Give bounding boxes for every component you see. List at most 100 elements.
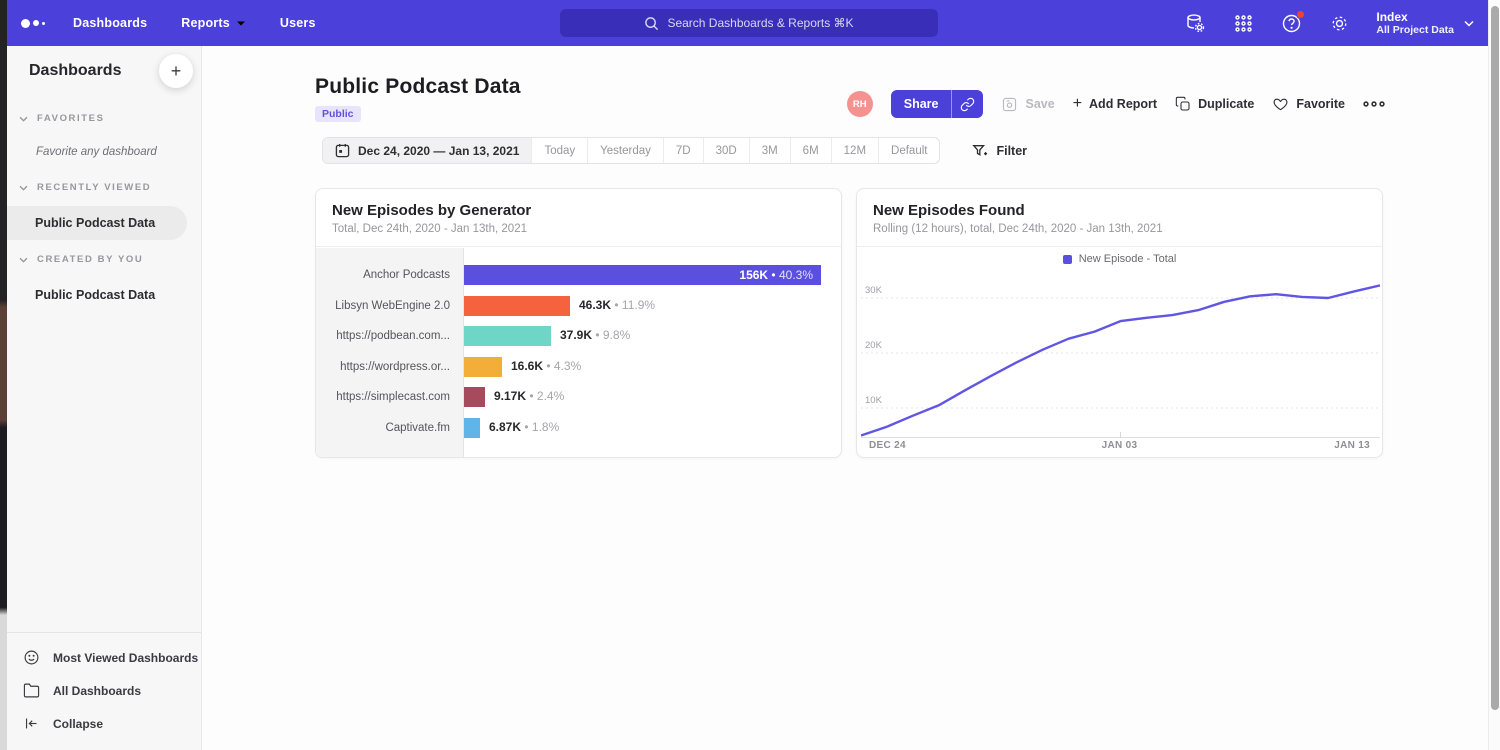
date-preset-7d[interactable]: 7D xyxy=(664,138,704,163)
search-icon xyxy=(644,16,659,31)
x-axis-labels: DEC 24 JAN 03 JAN 13 xyxy=(861,440,1378,454)
chart-title: New Episodes Found xyxy=(873,202,1366,219)
ellipsis-icon xyxy=(1363,100,1385,108)
data-sources-icon[interactable] xyxy=(1184,12,1206,34)
line-series-new-episode-total[interactable] xyxy=(861,285,1380,435)
bar-category-label: https://podbean.com... xyxy=(316,330,463,342)
date-preset-default[interactable]: Default xyxy=(879,138,939,163)
project-scope: All Project Data xyxy=(1376,24,1454,37)
chevron-down-icon xyxy=(236,20,246,27)
date-range-control: Dec 24, 2020 — Jan 13, 2021 TodayYesterd… xyxy=(322,137,940,164)
search-input[interactable]: Search Dashboards & Reports ⌘K xyxy=(560,9,938,37)
most-viewed-dashboards-button[interactable]: Most Viewed Dashboards xyxy=(7,641,201,674)
save-button[interactable]: Save xyxy=(1001,96,1054,113)
sidebar-item-label: Public Podcast Data xyxy=(35,288,155,302)
date-preset-12m[interactable]: 12M xyxy=(832,138,879,163)
page-scrollbar[interactable] xyxy=(1488,0,1500,750)
smiley-icon xyxy=(23,649,40,666)
date-preset-3m[interactable]: 3M xyxy=(750,138,791,163)
project-name: Index xyxy=(1376,10,1454,24)
chevron-down-icon xyxy=(19,185,28,191)
more-options-button[interactable] xyxy=(1363,100,1385,108)
heart-icon xyxy=(1272,96,1289,112)
nav-item-label: Users xyxy=(280,16,316,30)
legend-label: New Episode - Total xyxy=(1079,253,1177,265)
share-link-button[interactable] xyxy=(951,90,983,118)
collapse-left-icon xyxy=(23,715,40,732)
bar-chart-card[interactable]: New Episodes by Generator Total, Dec 24t… xyxy=(315,188,842,458)
nav-item-dashboards[interactable]: Dashboards xyxy=(73,16,147,30)
sidebar-item-public-podcast-data[interactable]: Public Podcast Data xyxy=(7,206,187,240)
share-button[interactable]: Share xyxy=(891,90,984,118)
nav-item-reports[interactable]: Reports xyxy=(181,16,246,30)
bar[interactable] xyxy=(464,387,485,407)
sidebar-item-public-podcast-data-created[interactable]: Public Podcast Data xyxy=(7,278,187,312)
date-range-picker[interactable]: Dec 24, 2020 — Jan 13, 2021 xyxy=(323,138,532,163)
favorites-empty-state: Favorite any dashboard xyxy=(36,146,157,158)
sidebar-bottom: Most Viewed Dashboards All Dashboards Co… xyxy=(7,632,201,750)
section-recently-viewed[interactable]: RECENTLY VIEWED xyxy=(19,182,151,193)
favorite-button[interactable]: Favorite xyxy=(1272,96,1345,112)
date-preset-yesterday[interactable]: Yesterday xyxy=(588,138,664,163)
bar-track: 46.3K • 11.9% xyxy=(463,296,841,316)
bar-chart-body: Anchor Podcasts156K • 40.3%Libsyn WebEng… xyxy=(316,248,841,457)
bar[interactable] xyxy=(464,326,551,346)
date-preset-30d[interactable]: 30D xyxy=(704,138,750,163)
collapse-sidebar-button[interactable]: Collapse xyxy=(7,707,201,740)
apps-grid-icon[interactable] xyxy=(1232,12,1254,34)
search-placeholder: Search Dashboards & Reports ⌘K xyxy=(667,16,853,30)
bar-track: 156K • 40.3% xyxy=(463,265,841,285)
bar-row[interactable]: https://podbean.com...37.9K • 9.8% xyxy=(316,321,841,352)
bar[interactable] xyxy=(464,296,570,316)
bar[interactable] xyxy=(464,418,480,438)
date-preset-6m[interactable]: 6M xyxy=(791,138,832,163)
help-icon[interactable] xyxy=(1280,12,1302,34)
line-chart-card[interactable]: New Episodes Found Rolling (12 hours), t… xyxy=(856,188,1383,458)
scrollbar-thumb[interactable] xyxy=(1491,6,1499,710)
bar-row[interactable]: https://simplecast.com9.17K • 2.4% xyxy=(316,382,841,413)
bar-row[interactable]: Anchor Podcasts156K • 40.3% xyxy=(316,260,841,291)
nav-item-users[interactable]: Users xyxy=(280,16,316,30)
card-header: New Episodes Found Rolling (12 hours), t… xyxy=(857,189,1382,247)
amplitude-logo-icon[interactable] xyxy=(21,19,55,28)
sidebar: Dashboards + FAVORITES Favorite any dash… xyxy=(7,46,202,750)
main-content: Public Podcast Data Public RH Share Save… xyxy=(202,46,1488,750)
nav-item-label: Dashboards xyxy=(73,16,147,30)
bar-track: 9.17K • 2.4% xyxy=(463,387,841,407)
help-notification-badge xyxy=(1296,10,1305,19)
date-preset-today[interactable]: Today xyxy=(532,138,588,163)
share-button-label[interactable]: Share xyxy=(891,90,952,118)
add-report-button[interactable]: + Add Report xyxy=(1073,97,1157,111)
add-dashboard-button[interactable]: + xyxy=(159,54,193,88)
all-dashboards-button[interactable]: All Dashboards xyxy=(7,674,201,707)
y-tick-label: 30K xyxy=(865,285,883,296)
duplicate-button[interactable]: Duplicate xyxy=(1175,96,1254,112)
bar-category-label: Libsyn WebEngine 2.0 xyxy=(316,300,463,312)
bar-value-label: 46.3K • 11.9% xyxy=(579,298,655,312)
avatar[interactable]: RH xyxy=(847,91,873,117)
chart-subtitle: Rolling (12 hours), total, Dec 24th, 202… xyxy=(873,223,1366,235)
app-window: Dashboards Reports Users Search Dashboar… xyxy=(0,0,1500,750)
settings-gear-icon[interactable] xyxy=(1328,12,1350,34)
bar-row[interactable]: Captivate.fm6.87K • 1.8% xyxy=(316,413,841,444)
project-switcher[interactable]: Index All Project Data xyxy=(1376,10,1474,37)
bar[interactable]: 156K • 40.3% xyxy=(464,265,821,285)
section-favorites[interactable]: FAVORITES xyxy=(19,113,105,124)
y-tick-label: 20K xyxy=(865,340,883,351)
y-tick-label: 10K xyxy=(865,395,883,406)
bar-row[interactable]: https://wordpress.or...16.6K • 4.3% xyxy=(316,352,841,383)
chevron-down-icon xyxy=(19,257,28,263)
x-tick-label: DEC 24 xyxy=(869,440,906,451)
bar-row[interactable]: Libsyn WebEngine 2.0 46.3K • 11.9% xyxy=(316,291,841,322)
bar-category-label: Anchor Podcasts xyxy=(316,269,463,281)
chart-subtitle: Total, Dec 24th, 2020 - Jan 13th, 2021 xyxy=(332,223,825,235)
filter-funnel-icon xyxy=(972,143,988,159)
line-chart-plot[interactable]: 10K 20K 30K xyxy=(861,277,1380,438)
nav-right-icons: Index All Project Data xyxy=(1184,0,1474,46)
bar-rows: Anchor Podcasts156K • 40.3%Libsyn WebEng… xyxy=(316,260,841,443)
filter-button[interactable]: Filter xyxy=(972,143,1027,159)
section-created-by-you[interactable]: CREATED BY YOU xyxy=(19,254,143,265)
bar[interactable] xyxy=(464,357,502,377)
bar-value-label: 16.6K • 4.3% xyxy=(511,359,581,373)
card-header: New Episodes by Generator Total, Dec 24t… xyxy=(316,189,841,247)
